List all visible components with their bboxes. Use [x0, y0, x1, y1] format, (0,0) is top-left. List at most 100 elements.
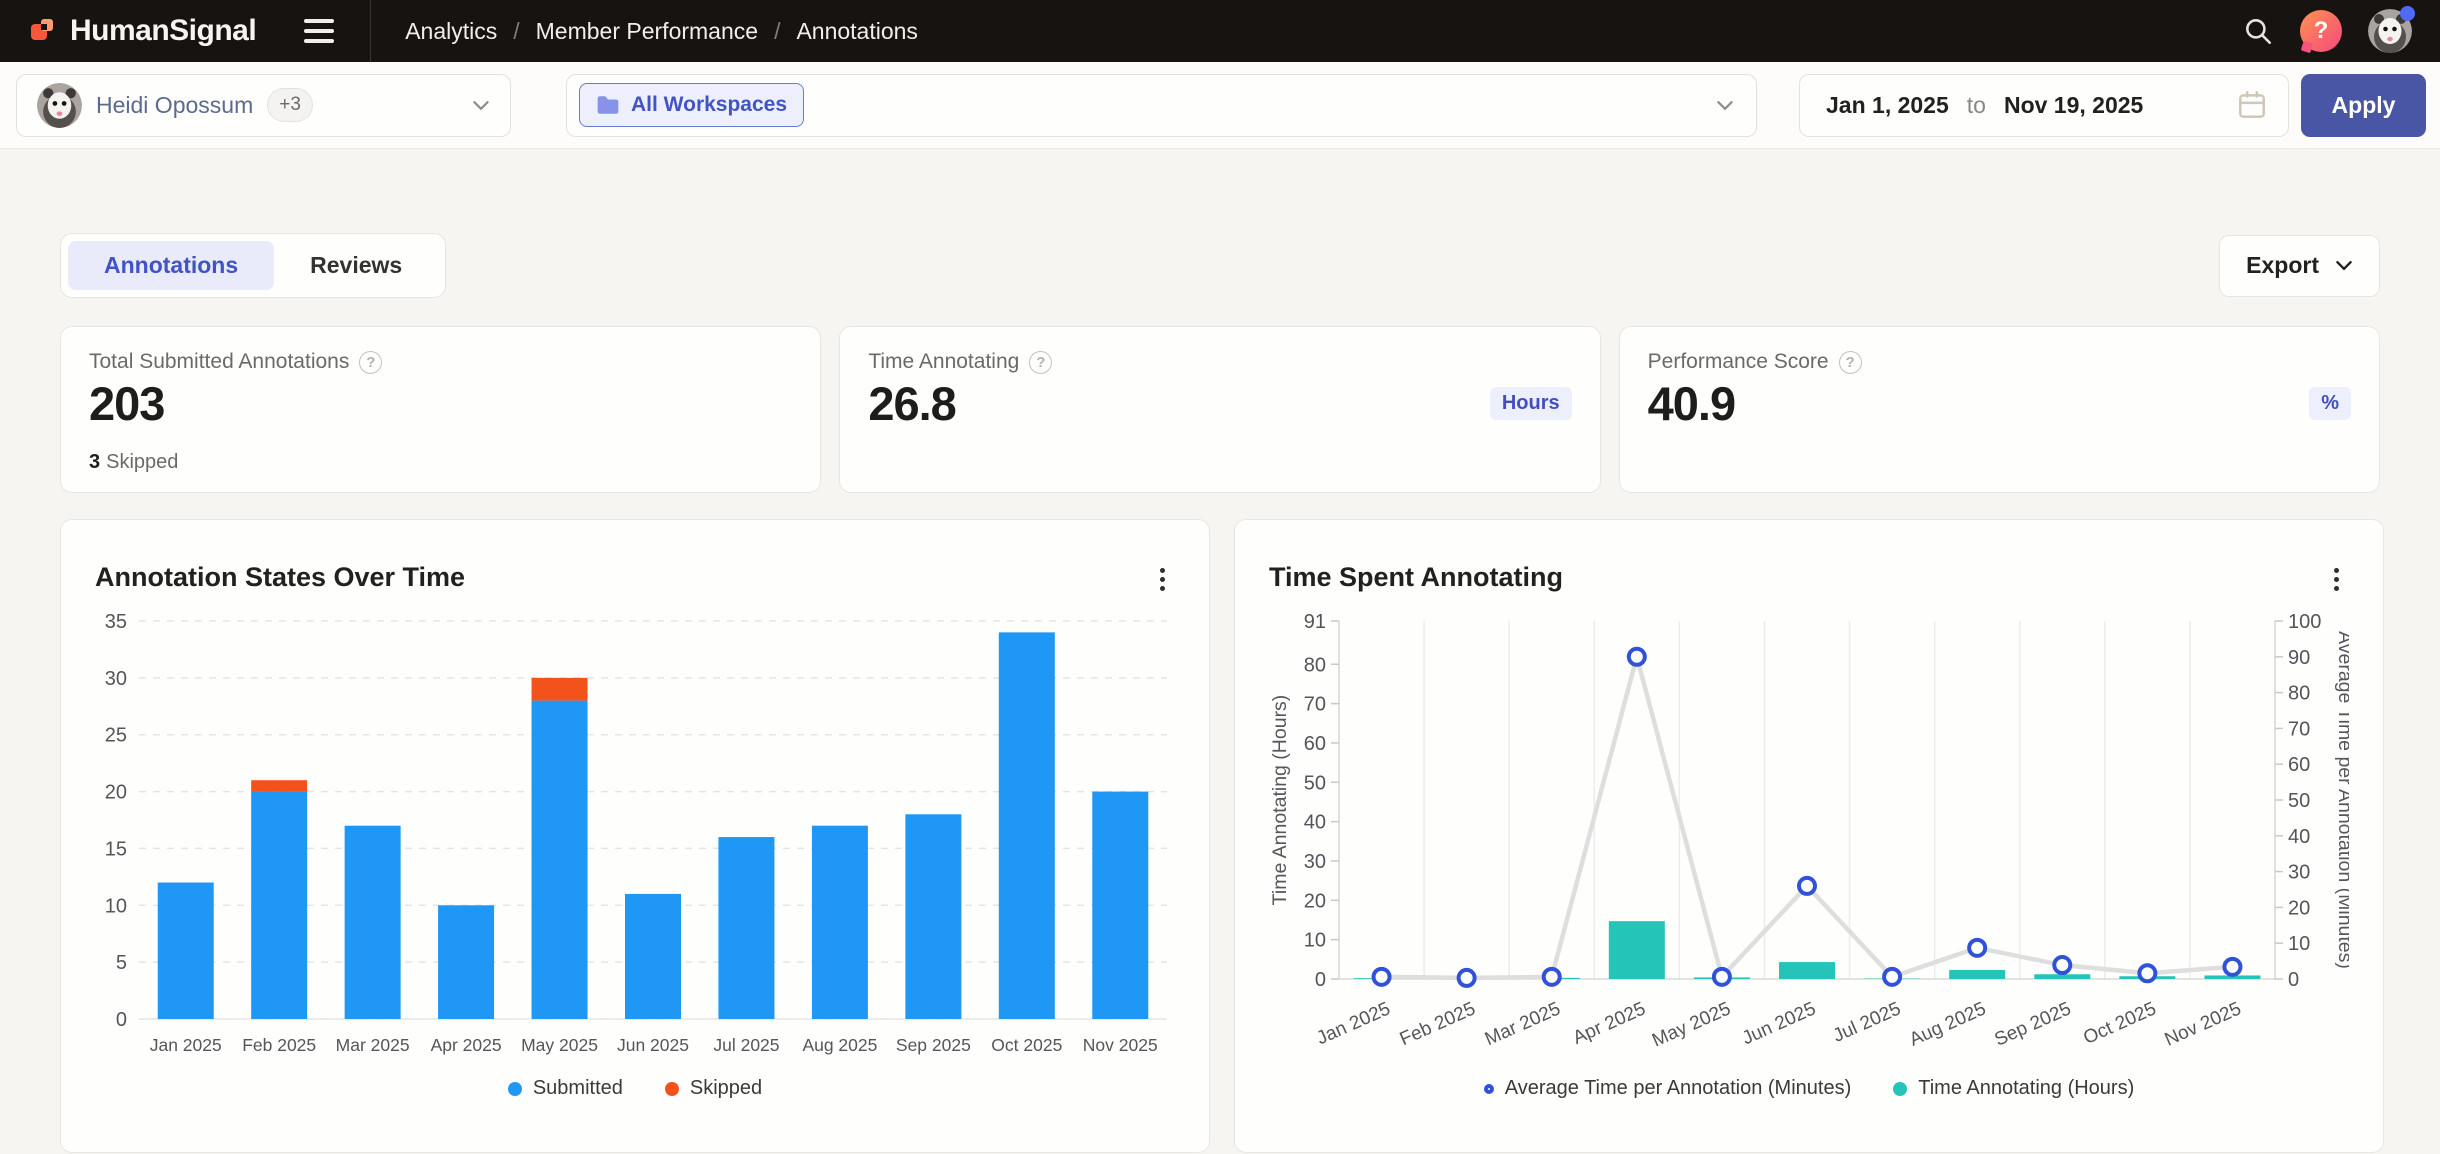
help-question-mark: ? — [2314, 17, 2329, 45]
svg-text:Average Time per Annotation (M: Average Time per Annotation (Minutes) — [2334, 631, 2349, 969]
chevron-down-icon — [2335, 260, 2353, 271]
date-to-word: to — [1967, 92, 1986, 119]
humansignal-logo[interactable]: HumanSignal — [28, 14, 256, 48]
search-icon[interactable] — [2242, 15, 2274, 47]
menu-icon[interactable] — [304, 19, 334, 43]
help-button[interactable]: ? — [2300, 10, 2342, 52]
svg-text:20: 20 — [2288, 897, 2310, 919]
filter-bar: Heidi Opossum +3 All Workspaces Jan 1, 2… — [0, 62, 2440, 149]
time-spent-chart-card: Time Spent Annotating 010203040506070809… — [1234, 519, 2384, 1153]
svg-text:0: 0 — [2288, 969, 2299, 991]
stat-footnote: 3Skipped — [89, 451, 178, 474]
all-workspaces-chip[interactable]: All Workspaces — [579, 83, 804, 127]
logo-text: HumanSignal — [70, 14, 256, 48]
apply-button[interactable]: Apply — [2301, 74, 2426, 137]
stat-label: Time Annotating — [868, 350, 1019, 374]
svg-text:Nov 2025: Nov 2025 — [2162, 998, 2245, 1050]
help-icon[interactable]: ? — [359, 351, 382, 374]
chart-title: Time Spent Annotating — [1269, 562, 1563, 593]
submitted-dot-icon — [508, 1082, 522, 1096]
member-avatar — [37, 83, 82, 128]
svg-text:30: 30 — [2288, 862, 2310, 884]
svg-text:Mar 2025: Mar 2025 — [1482, 998, 1564, 1050]
date-to: Nov 19, 2025 — [2004, 92, 2143, 119]
svg-text:20: 20 — [105, 782, 127, 804]
svg-text:Aug 2025: Aug 2025 — [802, 1035, 877, 1055]
user-avatar[interactable] — [2368, 9, 2412, 53]
humansignal-logo-icon — [28, 16, 58, 46]
member-extra-count: +3 — [267, 88, 313, 122]
breadcrumb: Analytics / Member Performance / Annotat… — [405, 18, 918, 45]
stat-value: 203 — [89, 376, 164, 431]
kebab-menu-icon[interactable] — [2324, 562, 2349, 597]
svg-text:Time Annotating (Hours): Time Annotating (Hours) — [1269, 695, 1291, 906]
svg-text:15: 15 — [105, 838, 127, 860]
time-spent-chart: 0102030405060708091010203040506070809010… — [1269, 605, 2349, 1075]
tab-reviews[interactable]: Reviews — [274, 241, 438, 290]
breadcrumb-analytics[interactable]: Analytics — [405, 18, 497, 45]
svg-text:30: 30 — [105, 668, 127, 690]
svg-text:5: 5 — [116, 952, 127, 974]
date-from: Jan 1, 2025 — [1826, 92, 1949, 119]
tabs-row: Annotations Reviews Export — [60, 233, 2380, 298]
breadcrumb-member-performance[interactable]: Member Performance — [536, 18, 758, 45]
breadcrumb-annotations[interactable]: Annotations — [796, 18, 917, 45]
svg-text:50: 50 — [1304, 772, 1326, 794]
svg-text:Feb 2025: Feb 2025 — [1397, 998, 1479, 1050]
stat-card-time-annotating: Time Annotating ? 26.8 Hours — [839, 326, 1600, 493]
breadcrumb-separator: / — [513, 18, 519, 45]
top-bar: HumanSignal Analytics / Member Performan… — [0, 0, 2440, 62]
svg-text:30: 30 — [1304, 851, 1326, 873]
svg-text:Apr 2025: Apr 2025 — [1570, 998, 1649, 1049]
svg-text:Jun 2025: Jun 2025 — [617, 1035, 689, 1055]
svg-text:May 2025: May 2025 — [521, 1035, 598, 1055]
svg-text:25: 25 — [105, 725, 127, 747]
breadcrumb-separator: / — [774, 18, 780, 45]
skipped-dot-icon — [665, 1082, 679, 1096]
svg-text:40: 40 — [2288, 826, 2310, 848]
unit-badge: % — [2309, 387, 2351, 420]
svg-text:10: 10 — [2288, 933, 2310, 955]
legend-submitted: Submitted — [508, 1077, 623, 1100]
svg-text:Nov 2025: Nov 2025 — [1083, 1035, 1158, 1055]
member-select[interactable]: Heidi Opossum +3 — [16, 74, 511, 137]
svg-text:100: 100 — [2288, 611, 2321, 633]
help-icon[interactable]: ? — [1029, 351, 1052, 374]
stat-value: 26.8 — [868, 376, 955, 431]
calendar-icon — [2236, 89, 2268, 121]
svg-text:Sep 2025: Sep 2025 — [1991, 998, 2074, 1050]
stat-card-performance-score: Performance Score ? 40.9 % — [1619, 326, 2380, 493]
svg-text:Jul 2025: Jul 2025 — [1830, 998, 1904, 1046]
svg-text:Feb 2025: Feb 2025 — [242, 1035, 316, 1055]
chevron-down-icon — [472, 100, 490, 111]
svg-text:Mar 2025: Mar 2025 — [336, 1035, 410, 1055]
skipped-count: 3 — [89, 451, 100, 473]
charts-row: Annotation States Over Time 051015202530… — [60, 519, 2380, 1153]
annotation-states-chart-card: Annotation States Over Time 051015202530… — [60, 519, 1210, 1153]
svg-text:Jan 2025: Jan 2025 — [150, 1035, 222, 1055]
kebab-menu-icon[interactable] — [1150, 562, 1175, 597]
svg-text:60: 60 — [2288, 754, 2310, 776]
topbar-divider — [370, 0, 371, 62]
member-name: Heidi Opossum — [96, 92, 253, 119]
legend-time-annotating: Time Annotating (Hours) — [1893, 1077, 2134, 1100]
svg-text:10: 10 — [105, 895, 127, 917]
tab-group: Annotations Reviews — [60, 233, 446, 298]
main-content: Annotations Reviews Export Total Submitt… — [0, 233, 2440, 1153]
svg-text:50: 50 — [2288, 790, 2310, 812]
svg-text:0: 0 — [1315, 969, 1326, 991]
svg-text:Apr 2025: Apr 2025 — [431, 1035, 502, 1055]
svg-text:60: 60 — [1304, 733, 1326, 755]
help-icon[interactable]: ? — [1839, 351, 1862, 374]
stat-cards-row: Total Submitted Annotations ? 203 3Skipp… — [60, 326, 2380, 493]
svg-text:Sep 2025: Sep 2025 — [896, 1035, 971, 1055]
unit-badge: Hours — [1490, 387, 1572, 420]
tab-annotations[interactable]: Annotations — [68, 241, 274, 290]
teal-dot-icon — [1893, 1082, 1907, 1096]
workspace-select[interactable]: All Workspaces — [566, 74, 1757, 137]
svg-text:90: 90 — [2288, 647, 2310, 669]
svg-text:Jul 2025: Jul 2025 — [713, 1035, 779, 1055]
export-label: Export — [2246, 252, 2319, 279]
export-button[interactable]: Export — [2219, 235, 2380, 297]
date-range-picker[interactable]: Jan 1, 2025 to Nov 19, 2025 — [1799, 74, 2289, 137]
